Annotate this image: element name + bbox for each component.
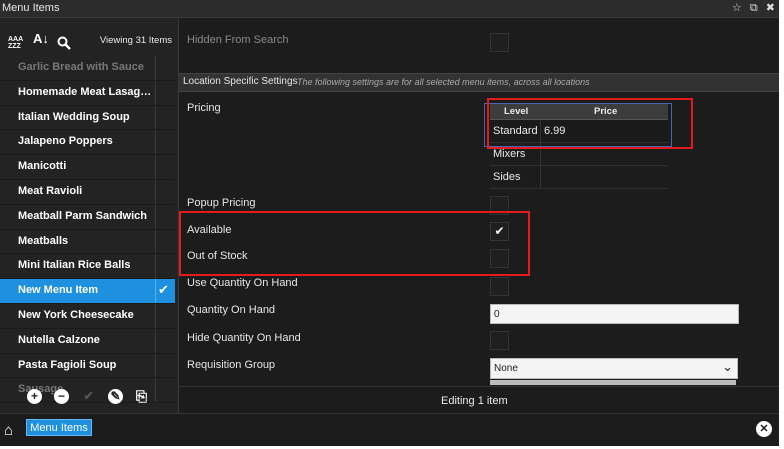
row-divider [155,254,156,279]
popup-pricing-label: Popup Pricing [187,197,256,209]
list-item-label: Manicotti [18,160,67,173]
confirm-icon: ✔ [83,389,94,403]
editing-status: Editing 1 item [441,395,508,407]
pricing-label: Pricing [187,102,221,114]
edit-item-button[interactable]: ✎ [108,389,123,404]
list-item-label: Mini Italian Rice Balls [18,259,131,272]
use-quantity-on-hand-label: Use Quantity On Hand [187,277,298,289]
quantity-on-hand-label: Quantity On Hand [187,304,276,316]
row-divider [155,179,156,204]
hidden-from-search-label: Hidden From Search [187,34,289,46]
remove-item-button[interactable]: − [54,389,69,404]
add-item-button[interactable]: + [27,389,42,404]
taskbar: ⌂ Menu Items ✕ [0,413,779,446]
list-item-label: Homemade Meat Lasag… [18,85,150,98]
menu-items-task-button[interactable]: Menu Items [26,419,92,436]
section-note: The following settings are for all selec… [297,77,590,87]
list-item[interactable]: Mini Italian Rice Balls [0,254,175,280]
status-bar: Editing 1 item [179,386,779,414]
copy-item-button[interactable]: ⎘ [134,389,149,404]
use-quantity-on-hand-checkbox[interactable] [490,277,509,296]
row-divider [155,353,156,378]
list-item-label: Meatballs [18,234,69,247]
home-icon[interactable]: ⌂ [4,422,13,439]
row-divider [155,155,156,179]
requisition-group-value: None [494,363,518,374]
window-title: Menu Items [2,2,60,14]
row-divider [155,328,156,353]
row-divider [155,229,156,254]
row-divider [155,56,156,80]
title-bar: Menu Items ☆ ⧉ ✖ [0,0,779,18]
favorite-icon[interactable]: ☆ [732,2,742,14]
row-divider [155,303,156,328]
close-window-icon[interactable]: ✖ [766,2,775,14]
location-settings-header: Location Specific Settings The following… [179,73,779,92]
popout-icon[interactable]: ⧉ [750,2,758,14]
list-item[interactable]: Garlic Bread with Sauce [0,56,175,81]
list-item-label: Italian Wedding Soup [18,110,130,123]
list-actions: + − ✔ ✎ ⎘ [0,383,178,413]
list-item[interactable]: Meatballs [0,229,175,255]
list-item-label: Nutella Calzone [18,333,100,346]
app-window: Menu Items ☆ ⧉ ✖ AAA ZZZ A↓ Viewing 31 It… [0,0,779,446]
close-icon[interactable]: ✕ [756,421,772,437]
next-field-edge [490,380,736,385]
search-icon[interactable] [57,36,71,50]
section-title: Location Specific Settings [183,76,298,87]
requisition-group-label: Requisition Group [187,359,276,371]
list-item[interactable]: Nutella Calzone [0,328,175,354]
sort-descending-icon[interactable]: A↓ [33,32,49,45]
menu-item-list: Garlic Bread with Sauce Homemade Meat Las… [0,56,175,404]
pricing-row-sides[interactable]: Sides [490,166,668,189]
list-item-label: Garlic Bread with Sauce [18,61,144,73]
pricing-highlight-box [487,98,693,149]
menu-item-list-pane: AAA ZZZ A↓ Viewing 31 Items Garlic Bread … [0,18,179,413]
list-item[interactable]: Meatball Parm Sandwich [0,204,175,230]
hide-quantity-on-hand-label: Hide Quantity On Hand [187,332,301,344]
list-item[interactable]: New Menu Item ✔ [0,279,175,304]
list-item-label: Meatball Parm Sandwich [18,209,147,222]
list-item[interactable]: Homemade Meat Lasag… [0,80,175,106]
row-divider [155,279,156,303]
item-settings-pane: Hidden From Search Location Specific Set… [179,18,779,385]
sort-alpha-icon[interactable]: AAA ZZZ [8,36,23,50]
row-divider [155,80,156,105]
row-divider [155,105,156,130]
list-item[interactable]: Jalapeno Poppers [0,130,175,156]
list-toolbar: AAA ZZZ A↓ Viewing 31 Items [0,18,178,52]
availability-highlight-box [179,211,530,276]
list-item-label: New York Cheesecake [18,308,134,321]
hide-quantity-on-hand-checkbox[interactable] [490,331,509,350]
column-divider [540,166,541,188]
list-item[interactable]: Italian Wedding Soup [0,105,175,131]
window-controls: ☆ ⧉ ✖ [727,1,775,15]
viewing-count: Viewing 31 Items [99,35,172,46]
list-item[interactable]: Manicotti [0,155,175,180]
list-item-label: Meat Ravioli [18,184,83,197]
list-item[interactable]: Pasta Fagioli Soup [0,353,175,379]
chevron-down-icon: ⌄ [722,359,733,374]
list-item[interactable]: Meat Ravioli [0,179,175,205]
quantity-on-hand-input[interactable] [490,304,739,324]
list-item-label: Pasta Fagioli Soup [18,358,117,371]
row-divider [155,204,156,229]
requisition-group-select[interactable]: None ⌄ [490,358,738,379]
list-item-label: Jalapeno Poppers [18,135,113,148]
pricing-level: Mixers [493,148,526,160]
list-item-label: New Menu Item [18,284,99,297]
row-divider [155,130,156,155]
list-item[interactable]: New York Cheesecake [0,303,175,329]
selected-check-icon: ✔ [158,282,169,298]
pricing-level: Sides [493,171,521,183]
hidden-from-search-checkbox[interactable] [490,33,509,52]
